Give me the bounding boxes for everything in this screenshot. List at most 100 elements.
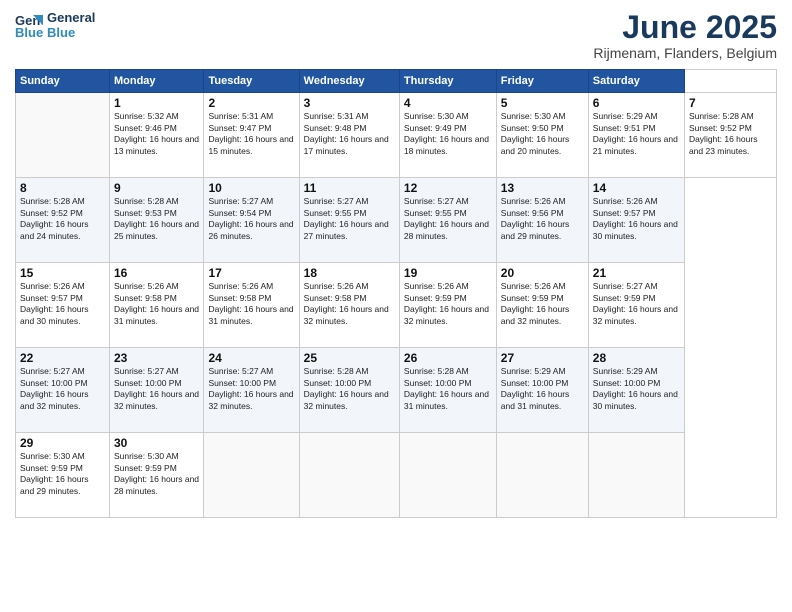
calendar-cell: 21Sunrise: 5:27 AMSunset: 9:59 PMDayligh… [588,263,684,348]
calendar-cell: 1Sunrise: 5:32 AMSunset: 9:46 PMDaylight… [109,93,204,178]
location: Rijmenam, Flanders, Belgium [593,45,777,61]
calendar-day-header: Monday [109,70,204,93]
day-number: 12 [404,181,492,195]
day-info: Sunrise: 5:26 AMSunset: 9:58 PMDaylight:… [208,281,294,327]
day-info: Sunrise: 5:31 AMSunset: 9:48 PMDaylight:… [304,111,395,157]
calendar-week-row: 15Sunrise: 5:26 AMSunset: 9:57 PMDayligh… [16,263,777,348]
calendar-day-header: Friday [496,70,588,93]
calendar-cell: 28Sunrise: 5:29 AMSunset: 10:00 PMDaylig… [588,348,684,433]
day-number: 30 [114,436,200,450]
title-block: June 2025 Rijmenam, Flanders, Belgium [593,10,777,61]
day-info: Sunrise: 5:28 AMSunset: 9:53 PMDaylight:… [114,196,200,242]
calendar-cell: 3Sunrise: 5:31 AMSunset: 9:48 PMDaylight… [299,93,399,178]
calendar-cell [204,433,299,518]
logo-icon: General Blue [15,11,43,39]
day-info: Sunrise: 5:27 AMSunset: 9:55 PMDaylight:… [304,196,395,242]
day-info: Sunrise: 5:27 AMSunset: 9:54 PMDaylight:… [208,196,294,242]
day-info: Sunrise: 5:26 AMSunset: 9:59 PMDaylight:… [501,281,584,327]
day-number: 15 [20,266,105,280]
calendar-cell [399,433,496,518]
calendar-cell: 30Sunrise: 5:30 AMSunset: 9:59 PMDayligh… [109,433,204,518]
day-info: Sunrise: 5:29 AMSunset: 10:00 PMDaylight… [501,366,584,412]
month-title: June 2025 [593,10,777,45]
calendar-cell: 23Sunrise: 5:27 AMSunset: 10:00 PMDaylig… [109,348,204,433]
calendar-cell: 15Sunrise: 5:26 AMSunset: 9:57 PMDayligh… [16,263,110,348]
day-number: 5 [501,96,584,110]
calendar: SundayMondayTuesdayWednesdayThursdayFrid… [15,69,777,518]
day-number: 3 [304,96,395,110]
day-number: 1 [114,96,200,110]
calendar-cell: 13Sunrise: 5:26 AMSunset: 9:56 PMDayligh… [496,178,588,263]
calendar-cell: 14Sunrise: 5:26 AMSunset: 9:57 PMDayligh… [588,178,684,263]
svg-text:Blue: Blue [15,25,43,39]
calendar-cell: 19Sunrise: 5:26 AMSunset: 9:59 PMDayligh… [399,263,496,348]
day-number: 7 [689,96,772,110]
calendar-day-header: Wednesday [299,70,399,93]
calendar-cell: 11Sunrise: 5:27 AMSunset: 9:55 PMDayligh… [299,178,399,263]
day-info: Sunrise: 5:27 AMSunset: 9:55 PMDaylight:… [404,196,492,242]
calendar-week-row: 8Sunrise: 5:28 AMSunset: 9:52 PMDaylight… [16,178,777,263]
day-number: 14 [593,181,680,195]
header: General Blue General Blue June 2025 Rijm… [15,10,777,61]
calendar-cell: 26Sunrise: 5:28 AMSunset: 10:00 PMDaylig… [399,348,496,433]
day-number: 2 [208,96,294,110]
logo-text: General Blue [47,10,95,40]
day-info: Sunrise: 5:27 AMSunset: 9:59 PMDaylight:… [593,281,680,327]
calendar-cell: 24Sunrise: 5:27 AMSunset: 10:00 PMDaylig… [204,348,299,433]
calendar-cell: 6Sunrise: 5:29 AMSunset: 9:51 PMDaylight… [588,93,684,178]
calendar-cell: 25Sunrise: 5:28 AMSunset: 10:00 PMDaylig… [299,348,399,433]
day-number: 19 [404,266,492,280]
day-number: 10 [208,181,294,195]
day-info: Sunrise: 5:30 AMSunset: 9:49 PMDaylight:… [404,111,492,157]
calendar-day-header: Tuesday [204,70,299,93]
day-number: 13 [501,181,584,195]
day-number: 22 [20,351,105,365]
calendar-cell: 7Sunrise: 5:28 AMSunset: 9:52 PMDaylight… [684,93,776,178]
calendar-cell: 22Sunrise: 5:27 AMSunset: 10:00 PMDaylig… [16,348,110,433]
calendar-cell: 29Sunrise: 5:30 AMSunset: 9:59 PMDayligh… [16,433,110,518]
calendar-day-header: Thursday [399,70,496,93]
day-number: 20 [501,266,584,280]
day-number: 26 [404,351,492,365]
day-info: Sunrise: 5:32 AMSunset: 9:46 PMDaylight:… [114,111,200,157]
day-info: Sunrise: 5:26 AMSunset: 9:59 PMDaylight:… [404,281,492,327]
day-number: 17 [208,266,294,280]
calendar-cell: 18Sunrise: 5:26 AMSunset: 9:58 PMDayligh… [299,263,399,348]
day-info: Sunrise: 5:27 AMSunset: 10:00 PMDaylight… [208,366,294,412]
day-info: Sunrise: 5:30 AMSunset: 9:59 PMDaylight:… [20,451,105,497]
day-info: Sunrise: 5:29 AMSunset: 10:00 PMDaylight… [593,366,680,412]
day-number: 24 [208,351,294,365]
calendar-week-row: 22Sunrise: 5:27 AMSunset: 10:00 PMDaylig… [16,348,777,433]
calendar-cell: 5Sunrise: 5:30 AMSunset: 9:50 PMDaylight… [496,93,588,178]
day-number: 16 [114,266,200,280]
day-number: 23 [114,351,200,365]
day-number: 21 [593,266,680,280]
day-info: Sunrise: 5:28 AMSunset: 9:52 PMDaylight:… [689,111,772,157]
calendar-day-header: Saturday [588,70,684,93]
day-info: Sunrise: 5:26 AMSunset: 9:57 PMDaylight:… [20,281,105,327]
day-number: 27 [501,351,584,365]
day-info: Sunrise: 5:26 AMSunset: 9:57 PMDaylight:… [593,196,680,242]
day-info: Sunrise: 5:29 AMSunset: 9:51 PMDaylight:… [593,111,680,157]
calendar-cell: 20Sunrise: 5:26 AMSunset: 9:59 PMDayligh… [496,263,588,348]
calendar-cell [588,433,684,518]
day-info: Sunrise: 5:27 AMSunset: 10:00 PMDaylight… [20,366,105,412]
day-number: 28 [593,351,680,365]
day-number: 4 [404,96,492,110]
logo: General Blue General Blue [15,10,95,40]
page: General Blue General Blue June 2025 Rijm… [0,0,792,612]
calendar-cell: 10Sunrise: 5:27 AMSunset: 9:54 PMDayligh… [204,178,299,263]
day-info: Sunrise: 5:26 AMSunset: 9:58 PMDaylight:… [304,281,395,327]
day-number: 8 [20,181,105,195]
calendar-cell: 8Sunrise: 5:28 AMSunset: 9:52 PMDaylight… [16,178,110,263]
day-info: Sunrise: 5:30 AMSunset: 9:50 PMDaylight:… [501,111,584,157]
calendar-cell [496,433,588,518]
calendar-cell: 17Sunrise: 5:26 AMSunset: 9:58 PMDayligh… [204,263,299,348]
day-number: 9 [114,181,200,195]
calendar-cell: 16Sunrise: 5:26 AMSunset: 9:58 PMDayligh… [109,263,204,348]
calendar-cell: 4Sunrise: 5:30 AMSunset: 9:49 PMDaylight… [399,93,496,178]
day-info: Sunrise: 5:27 AMSunset: 10:00 PMDaylight… [114,366,200,412]
calendar-day-header: Sunday [16,70,110,93]
calendar-cell: 9Sunrise: 5:28 AMSunset: 9:53 PMDaylight… [109,178,204,263]
calendar-cell: 2Sunrise: 5:31 AMSunset: 9:47 PMDaylight… [204,93,299,178]
